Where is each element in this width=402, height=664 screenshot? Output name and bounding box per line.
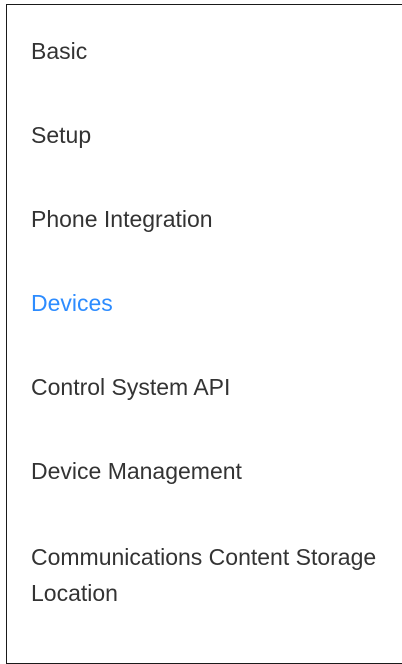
nav-item-device-management[interactable]: Device Management xyxy=(31,453,242,489)
nav-item-communications-content-storage-location[interactable]: Communications Content Storage Location xyxy=(31,539,391,611)
nav-item-setup[interactable]: Setup xyxy=(31,117,91,153)
settings-nav-panel: Basic Setup Phone Integration Devices Co… xyxy=(6,4,402,664)
nav-item-control-system-api[interactable]: Control System API xyxy=(31,369,230,405)
nav-item-devices[interactable]: Devices xyxy=(31,285,113,321)
nav-item-basic[interactable]: Basic xyxy=(31,33,87,69)
nav-item-phone-integration[interactable]: Phone Integration xyxy=(31,201,213,237)
